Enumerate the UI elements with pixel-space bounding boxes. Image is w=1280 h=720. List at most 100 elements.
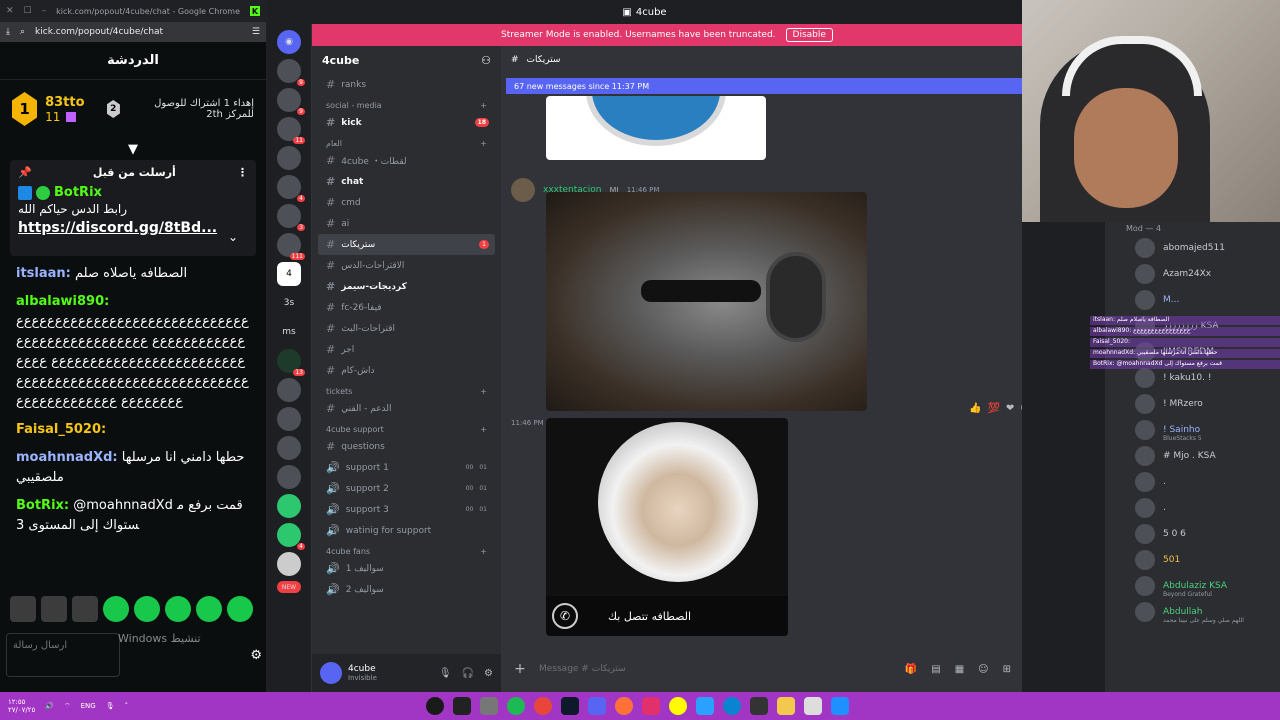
message-input[interactable]: Message # ستريكات: [539, 664, 626, 674]
server-icon[interactable]: 3: [277, 204, 305, 231]
clock[interactable]: ١٢:٥٥ ٢٧/٠٧/٢٥: [8, 698, 35, 714]
server-folder[interactable]: 3s: [277, 291, 301, 315]
server-folder[interactable]: ms: [277, 320, 301, 344]
plus-icon[interactable]: +: [511, 660, 529, 678]
emoji-icon[interactable]: ☺: [978, 664, 988, 675]
add-friend-icon[interactable]: ⚇: [481, 54, 491, 67]
avatar[interactable]: [511, 178, 535, 202]
channel-item[interactable]: # cmd: [318, 192, 495, 213]
language-indicator[interactable]: ENG: [81, 702, 96, 710]
emote-icon[interactable]: [165, 596, 191, 622]
chat-username[interactable]: albalawi890:: [16, 294, 109, 309]
emote-icon[interactable]: [10, 596, 36, 622]
member-item[interactable]: Abdullah اللهم صلي وسلم على نبينا محمد: [1111, 599, 1274, 625]
discord-home-icon[interactable]: ◉: [277, 30, 301, 54]
member-item[interactable]: Azam24Xx: [1111, 261, 1274, 287]
headphones-icon[interactable]: 🎧: [462, 668, 474, 679]
window-controls[interactable]: ✕ ☐ –: [6, 6, 46, 16]
pin-icon[interactable]: 📌: [18, 166, 32, 179]
member-item[interactable]: ! Sainho BlueStacks 5: [1111, 417, 1274, 443]
more-icon[interactable]: ⋮: [237, 166, 248, 179]
avatar[interactable]: [320, 662, 342, 684]
microphone-icon[interactable]: 🎙: [106, 702, 115, 710]
server-icon[interactable]: 111: [277, 233, 305, 260]
plus-icon[interactable]: +: [480, 387, 487, 396]
member-item[interactable]: 5 0 6: [1111, 521, 1274, 547]
chevron-down-icon[interactable]: ⌄: [228, 230, 238, 244]
channel-category[interactable]: 4cube support +: [318, 419, 495, 436]
channel-item[interactable]: # كرديجات-سيمز: [318, 276, 495, 297]
emote-icon[interactable]: [72, 596, 98, 622]
search-icon[interactable]: ⌕: [20, 27, 25, 37]
emote-icon[interactable]: [103, 596, 129, 622]
member-item[interactable]: 501: [1111, 547, 1274, 573]
collapse-icon[interactable]: ▼: [0, 138, 266, 160]
site-settings-icon[interactable]: ☰: [252, 27, 260, 37]
channel-item[interactable]: #4cube ・لقطات: [318, 150, 495, 171]
media-player-icon[interactable]: [453, 697, 471, 715]
settings-icon[interactable]: [480, 697, 498, 715]
chat-username[interactable]: BotRix:: [16, 498, 69, 513]
chat-username[interactable]: Faisal_5020:: [16, 422, 106, 437]
channel-item[interactable]: # ai: [318, 213, 495, 234]
server-icon[interactable]: [277, 146, 301, 170]
server-icon[interactable]: 9: [277, 59, 305, 86]
channel-item[interactable]: 🔊 support 2 00 01: [318, 478, 495, 499]
member-item[interactable]: # Mjo . KSA: [1111, 443, 1274, 469]
pinned-link[interactable]: https://discord.gg/8tBd...: [18, 220, 248, 236]
plus-icon[interactable]: +: [480, 101, 487, 110]
channel-item[interactable]: 🔊 support 1 00 01: [318, 457, 495, 478]
obs-icon[interactable]: [426, 697, 444, 715]
server-icon[interactable]: [277, 378, 301, 402]
add-reaction-icon[interactable]: ☺: [1020, 403, 1022, 414]
server-icon[interactable]: 4: [277, 523, 305, 550]
new-messages-bar[interactable]: 67 new messages since 11:37 PM: [506, 78, 1022, 94]
close-icon[interactable]: ✕: [6, 6, 14, 16]
minimize-icon[interactable]: –: [42, 6, 47, 16]
member-item[interactable]: Abdulaziz KSA Beyond Grateful: [1111, 573, 1274, 599]
channel-category[interactable]: social - media +: [318, 95, 495, 112]
edge-icon[interactable]: [723, 697, 741, 715]
address-bar[interactable]: ⤓ ⌕ kick.com/popout/4cube/chat ☰: [0, 22, 266, 42]
emote-bar[interactable]: [10, 596, 253, 622]
member-item[interactable]: .: [1111, 495, 1274, 521]
plus-icon[interactable]: +: [480, 139, 487, 148]
app-icon[interactable]: [696, 697, 714, 715]
channel-item[interactable]: # اقتراحات-البث: [318, 318, 495, 339]
guild-header[interactable]: 4cube ⚇: [312, 46, 501, 74]
leaderboard[interactable]: 1 83tto 11 2 إهداء 1 اشتراك للوصول للمرك…: [0, 80, 266, 138]
server-icon[interactable]: [277, 436, 301, 460]
snapchat-icon[interactable]: [669, 697, 687, 715]
maximize-icon[interactable]: ☐: [24, 6, 32, 16]
server-4cube-icon[interactable]: 4: [277, 262, 301, 286]
channel-item[interactable]: # داش-كام: [318, 360, 495, 381]
gear-icon[interactable]: ⚙: [484, 668, 493, 679]
channel-category[interactable]: tickets +: [318, 381, 495, 398]
server-icon[interactable]: [277, 552, 301, 576]
url-text[interactable]: kick.com/popout/4cube/chat: [35, 27, 242, 37]
chrome-icon[interactable]: [534, 697, 552, 715]
member-item[interactable]: M...: [1111, 287, 1274, 313]
channel-item[interactable]: 🔊 سواليف 1: [318, 558, 495, 579]
terminal-icon[interactable]: [561, 697, 579, 715]
disable-button[interactable]: Disable: [785, 28, 833, 42]
plus-icon[interactable]: +: [480, 425, 487, 434]
gift-icon[interactable]: 🎁: [905, 664, 917, 675]
channel-item[interactable]: # chat: [318, 171, 495, 192]
channel-item[interactable]: # questions: [318, 436, 495, 457]
folder-icon[interactable]: [777, 697, 795, 715]
server-icon[interactable]: 4: [277, 175, 305, 202]
notepad-icon[interactable]: [804, 697, 822, 715]
emote-icon[interactable]: [41, 596, 67, 622]
channel-category[interactable]: العام +: [318, 133, 495, 150]
call-image[interactable]: ✆ الصطافه تتصل بك: [546, 418, 788, 636]
channel-item[interactable]: 🔊 support 3 00 01: [318, 499, 495, 520]
channel-item[interactable]: 🔊 سواليف 2: [318, 579, 495, 600]
heart-icon[interactable]: ❤: [1006, 403, 1014, 414]
channel-category[interactable]: 4cube fans +: [318, 541, 495, 558]
pinned-message[interactable]: 📌 أرسلت من قبل ⋮ BotRix رابط الدس حياكم ال…: [10, 160, 256, 256]
server-icon[interactable]: 13: [277, 349, 305, 376]
emote-icon[interactable]: [196, 596, 222, 622]
steam-icon[interactable]: [750, 697, 768, 715]
chat-input[interactable]: ارسال رسالة: [6, 633, 120, 677]
